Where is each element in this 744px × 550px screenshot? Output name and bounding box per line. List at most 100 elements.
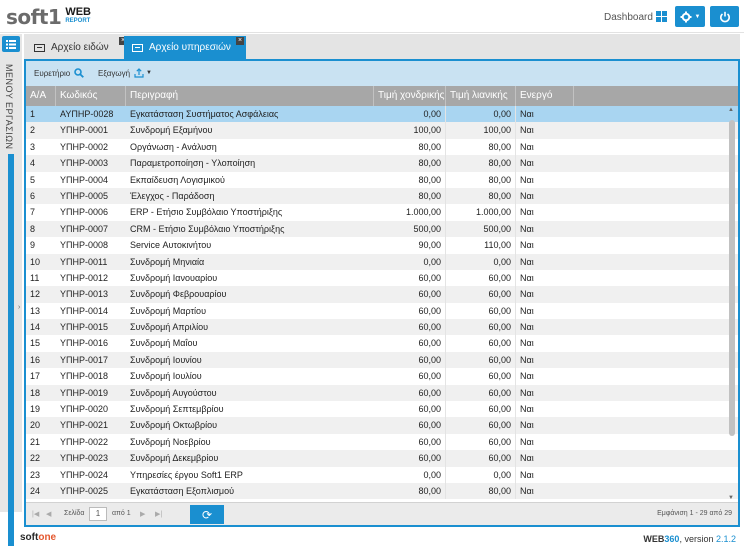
export-button[interactable]: Εξαγωγή ▼ (98, 68, 152, 78)
cell-code: ΥΠΗΡ-0004 (60, 174, 109, 185)
cell-wholesale-price: 100,00 (374, 122, 446, 139)
cell-description: Service Αυτοκινήτου (130, 240, 212, 251)
table-row[interactable]: 11 ΥΠΗΡ-0012 Συνδρομή Ιανουαρίου 60,00 60,00… (26, 269, 738, 287)
vertical-scrollbar[interactable]: ▲ ▼ (728, 106, 736, 502)
softone-web-report-logo[interactable]: soft1 WEB REPORT (6, 5, 91, 29)
table-row[interactable]: 16 ΥΠΗΡ-0017 Συνδρομή Ιουνίου 60,00 60,00 Ναι (26, 351, 738, 369)
cell-description: Συνδρομή Νοεβρίου (130, 436, 211, 447)
grid-pager: |◀ ◀ Σελίδα 1 από 1 ▶ ▶| ⟳ Εμφάνιση 1 - … (26, 502, 738, 525)
cell-aa: 18 (30, 387, 41, 398)
cell-active: Ναι (520, 289, 534, 300)
cell-wholesale-price: 60,00 (374, 319, 446, 336)
cell-code: ΥΠΗΡ-0019 (60, 387, 109, 398)
export-icon (134, 68, 144, 78)
page-label: Σελίδα (64, 510, 85, 517)
table-row[interactable]: 10 ΥΠΗΡ-0011 Συνδρομή Μηνιαία 0,00 0,00 Ναι (26, 253, 738, 270)
table-row[interactable]: 13 ΥΠΗΡ-0014 Συνδρομή Μαρτίου 60,00 60,00 Ναι (26, 302, 738, 320)
cell-active: Ναι (520, 272, 534, 283)
table-row[interactable]: 24 ΥΠΗΡ-0025 Εγκατάσταση Εξοπλισμού 80,00 80… (26, 482, 738, 500)
table-row[interactable]: 15 ΥΠΗΡ-0016 Συνδρομή Μαΐου 60,00 60,00 Ναι (26, 335, 738, 352)
tab-services-file[interactable]: Αρχείο υπηρεσιών × (124, 36, 246, 59)
tab-label: Αρχείο υπηρεσιών (149, 42, 231, 53)
table-row[interactable]: 19 ΥΠΗΡ-0020 Συνδρομή Σεπτεμβρίου 60,00 60,0… (26, 401, 738, 418)
table-row[interactable]: 17 ΥΠΗΡ-0018 Συνδρομή Ιουλίου 60,00 60,00 Ναι (26, 368, 738, 385)
cell-code: ΥΠΗΡ-0008 (60, 240, 109, 251)
services-grid: Α/Α Κωδικός Περιγραφή Τιμή χονδρικής Τιμ… (26, 86, 738, 502)
first-page-icon[interactable]: |◀ (32, 510, 39, 518)
table-row[interactable]: 5 ΥΠΗΡ-0004 Εκπαίδευση Λογισμικού 80,00 80,0… (26, 171, 738, 188)
table-row[interactable]: 8 ΥΠΗΡ-0007 CRM - Ετήσιο Συμβόλαιο Υποστήρ… (26, 220, 738, 238)
cell-aa: 20 (30, 420, 41, 431)
tab-items-file[interactable]: Αρχείο ειδών × (26, 36, 127, 59)
table-row[interactable]: 6 ΥΠΗΡ-0005 Έλεγχος - Παράδοση 80,00 80,00 Να… (26, 187, 738, 205)
table-row[interactable]: 21 ΥΠΗΡ-0022 Συνδρομή Νοεβρίου 60,00 60,00 Να… (26, 433, 738, 451)
column-header-active[interactable]: Ενεργό (516, 86, 574, 106)
cell-code: ΥΠΗΡ-0014 (60, 305, 109, 316)
cell-description: Υπηρεσίες έργου Soft1 ERP (130, 469, 243, 480)
refresh-button[interactable]: ⟳ (190, 505, 224, 524)
cell-retail-price: 80,00 (446, 187, 516, 205)
cell-retail-price: 0,00 (446, 466, 516, 483)
page-number-input[interactable]: 1 (89, 507, 107, 521)
cell-active: Ναι (520, 338, 534, 349)
cell-code: ΥΠΗΡ-0005 (60, 190, 109, 201)
cell-active: Ναι (520, 469, 534, 480)
cell-code: ΥΠΗΡ-0015 (60, 322, 109, 333)
cell-aa: 14 (30, 322, 41, 333)
table-row[interactable]: 23 ΥΠΗΡ-0024 Υπηρεσίες έργου Soft1 ERP 0,00… (26, 466, 738, 483)
menu-label[interactable]: ΜΕΝΟΥ ΕΡΓΑΣΙΩΝ (4, 64, 14, 149)
cell-aa: 5 (30, 174, 36, 185)
logout-button[interactable] (710, 6, 739, 27)
settings-button[interactable]: ▼ (675, 6, 705, 27)
cell-code: ΥΠΗΡ-0021 (60, 420, 109, 431)
scroll-thumb[interactable] (729, 120, 735, 436)
table-row[interactable]: 18 ΥΠΗΡ-0019 Συνδρομή Αυγούστου 60,00 60,00 Ν… (26, 384, 738, 402)
cell-code: ΥΠΗΡ-0016 (60, 338, 109, 349)
dashboard-link[interactable]: Dashboard (604, 12, 653, 23)
cell-description: Εγκατάσταση Συστήματος Ασφάλειας (130, 109, 279, 119)
grid-icon[interactable] (656, 11, 667, 22)
cell-aa: 1 (30, 109, 36, 119)
cell-description: Εκπαίδευση Λογισμικού (130, 174, 225, 185)
cell-aa: 9 (30, 240, 36, 251)
cell-aa: 24 (30, 485, 41, 496)
cell-code: ΥΠΗΡ-0003 (60, 158, 109, 169)
close-icon[interactable]: × (236, 37, 244, 45)
last-page-icon[interactable]: ▶| (155, 510, 162, 518)
prev-page-icon[interactable]: ◀ (46, 510, 51, 518)
cell-retail-price: 0,00 (446, 106, 516, 123)
menu-toggle-button[interactable] (2, 36, 20, 52)
cell-description: ERP - Ετήσιο Συμβόλαιο Υποστήριξης (130, 207, 283, 218)
search-button[interactable]: Ευρετήριο (34, 68, 85, 78)
table-row[interactable]: 22 ΥΠΗΡ-0023 Συνδρομή Δεκεμβρίου 60,00 60,00… (26, 450, 738, 467)
cell-retail-price: 60,00 (446, 351, 516, 369)
column-header-code[interactable]: Κωδικός (56, 86, 126, 106)
cell-description: Οργάνωση - Ανάλυση (130, 141, 217, 152)
cell-code: ΥΠΗΡ-0013 (60, 289, 109, 300)
cell-retail-price: 60,00 (446, 368, 516, 385)
scroll-down-icon[interactable]: ▼ (728, 495, 734, 501)
list-menu-icon (6, 39, 16, 49)
table-row[interactable]: 9 ΥΠΗΡ-0008 Service Αυτοκινήτου 90,00 110,00… (26, 237, 738, 254)
table-row[interactable]: 1 ΑΥΠΗΡ-0028 Εγκατάσταση Συστήματος Ασφάλε… (26, 106, 738, 123)
table-row[interactable]: 4 ΥΠΗΡ-0003 Παραμετροποίηση - Υλοποίηση 80,… (26, 155, 738, 172)
column-header-retail-price[interactable]: Τιμή λιανικής (446, 86, 516, 106)
table-row[interactable]: 3 ΥΠΗΡ-0002 Οργάνωση - Ανάλυση 80,00 80,00 Να… (26, 138, 738, 156)
table-row[interactable]: 12 ΥΠΗΡ-0013 Συνδρομή Φεβρουαρίου 60,00 60,0… (26, 286, 738, 303)
table-row[interactable]: 14 ΥΠΗΡ-0015 Συνδρομή Απριλίου 60,00 60,00 Να… (26, 319, 738, 336)
next-page-icon[interactable]: ▶ (140, 510, 145, 518)
chevron-down-icon: ▼ (694, 13, 701, 20)
column-header-wholesale-price[interactable]: Τιμή χονδρικής (374, 86, 446, 106)
cell-description: Εγκατάσταση Εξοπλισμού (130, 485, 235, 496)
tab-label: Αρχείο ειδών (51, 42, 109, 53)
column-header-aa[interactable]: Α/Α (26, 86, 56, 106)
cell-retail-price: 80,00 (446, 482, 516, 500)
table-row[interactable]: 20 ΥΠΗΡ-0021 Συνδρομή Οκτωβρίου 60,00 60,00 Ν… (26, 417, 738, 434)
logo-sub: WEB REPORT (65, 7, 91, 26)
expand-arrow-icon[interactable]: › (18, 304, 20, 311)
scroll-up-icon[interactable]: ▲ (728, 107, 734, 113)
cell-description: CRM - Ετήσιο Συμβόλαιο Υποστήριξης (130, 223, 285, 234)
table-row[interactable]: 2 ΥΠΗΡ-0001 Συνδρομή Εξαμήνου 100,00 100,00 Ν… (26, 122, 738, 139)
table-row[interactable]: 7 ΥΠΗΡ-0006 ERP - Ετήσιο Συμβόλαιο Υποστήρ… (26, 204, 738, 221)
column-header-description[interactable]: Περιγραφή (126, 86, 374, 106)
